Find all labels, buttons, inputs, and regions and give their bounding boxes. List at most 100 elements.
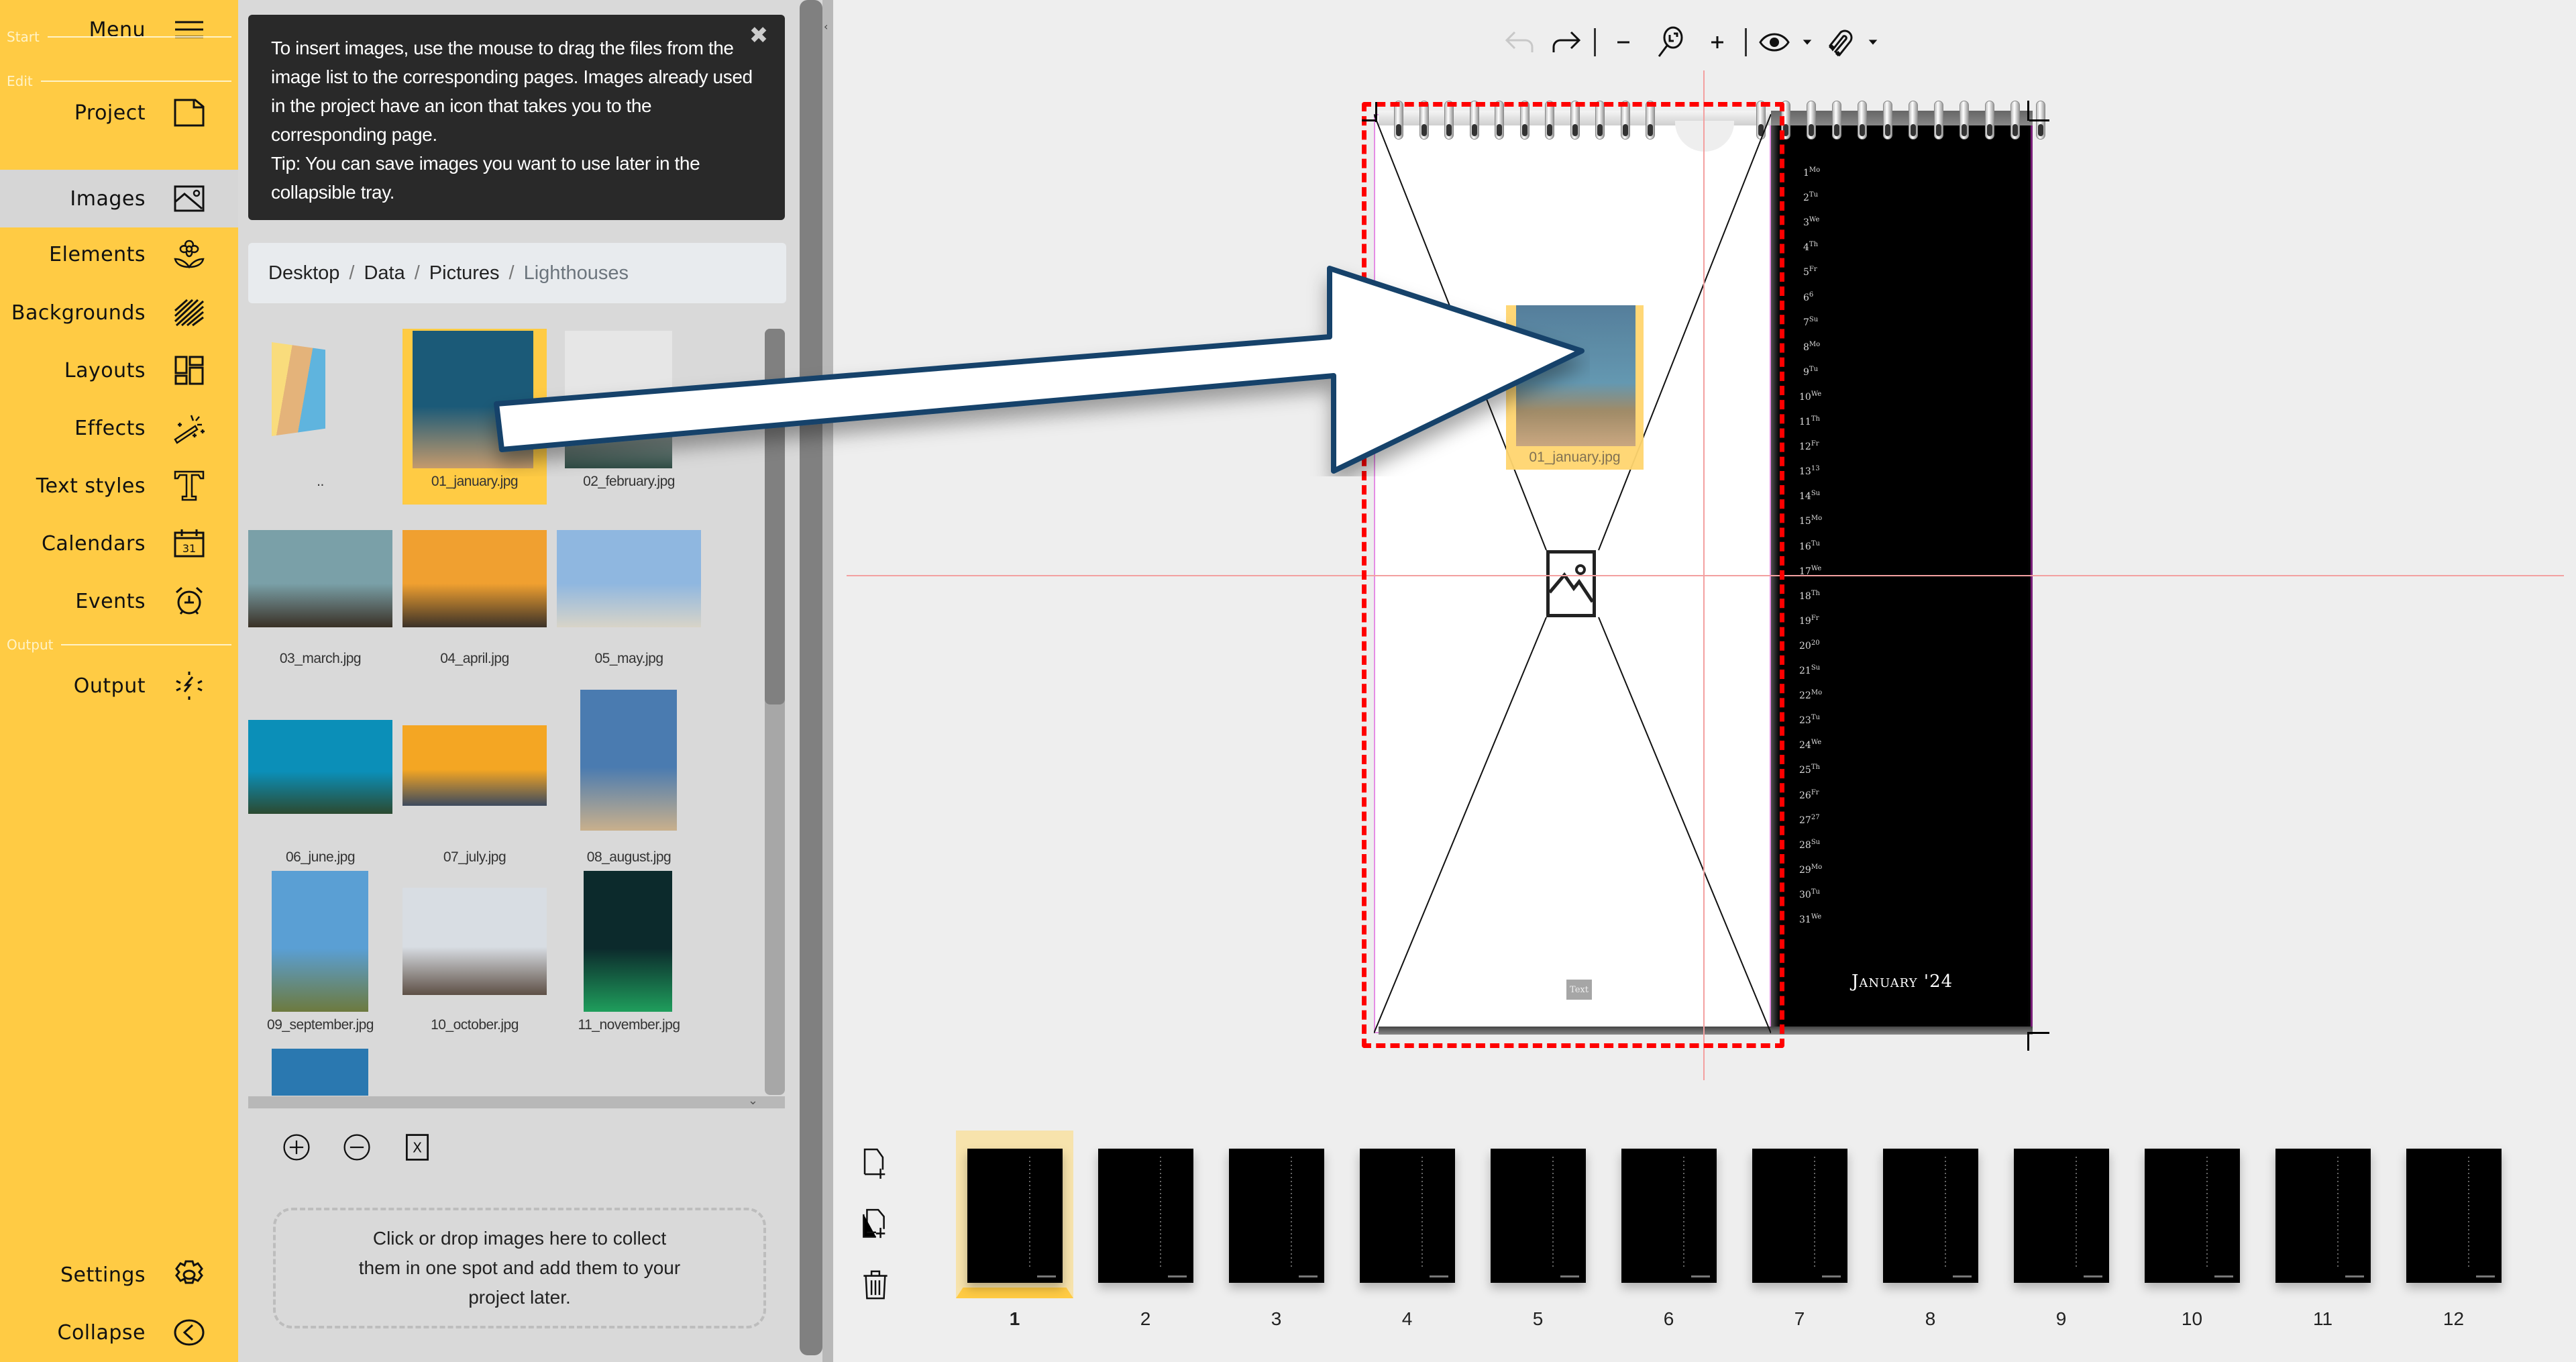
crop-mark: [2029, 1032, 2049, 1034]
page-number: 2: [1140, 1308, 1151, 1329]
image-item[interactable]: 03_march.jpg: [248, 530, 392, 711]
page-thumbnail[interactable]: 8: [1872, 1131, 1989, 1332]
page-thumbnail[interactable]: 9: [2002, 1131, 2120, 1332]
image-item[interactable]: 07_july.jpg: [402, 706, 547, 888]
breadcrumb-pictures[interactable]: Pictures: [429, 262, 500, 284]
close-icon[interactable]: ✖: [747, 24, 770, 47]
weekday-label: Th: [1811, 764, 1820, 771]
preview-dropdown[interactable]: [1798, 23, 1817, 61]
image-filename: 05_may.jpg: [594, 651, 663, 666]
sidebar: Menu Start Project Edit Images Elements: [0, 0, 238, 1362]
weekday-label: We: [1809, 216, 1820, 223]
page-thumbnail[interactable]: 4: [1348, 1131, 1466, 1332]
add-circle-button[interactable]: [280, 1131, 313, 1164]
page-thumbnail[interactable]: 6: [1610, 1131, 1727, 1332]
calendar-day: 10We: [1799, 390, 1821, 403]
drag-preview: 01_january.jpg: [1506, 305, 1644, 470]
sidebar-item-elements[interactable]: Elements: [0, 227, 238, 281]
calendar-day: 4Th: [1803, 241, 1818, 253]
breadcrumb-data[interactable]: Data: [364, 262, 405, 284]
page-thumbnail[interactable]: 1: [956, 1131, 1073, 1332]
sidebar-item-effects[interactable]: Effects: [0, 401, 238, 455]
scrollbar-thumb[interactable]: [765, 329, 785, 704]
snap-button[interactable]: [1817, 23, 1864, 61]
sidebar-item-layouts[interactable]: Layouts: [0, 344, 238, 397]
sidebar-item-events[interactable]: Events: [0, 574, 238, 628]
page-thumbnail[interactable]: 10: [2133, 1131, 2251, 1332]
zoom-in-button[interactable]: [1694, 23, 1741, 61]
image-item[interactable]: 06_june.jpg: [248, 706, 392, 888]
collapse-button[interactable]: Collapse: [0, 1306, 238, 1359]
preview-button[interactable]: [1751, 23, 1798, 61]
delete-page-button[interactable]: [852, 1255, 899, 1315]
calendar-day: 14Su: [1799, 490, 1820, 502]
page-thumbnail[interactable]: 5: [1479, 1131, 1597, 1332]
image-item[interactable]: 08_august.jpg: [557, 690, 701, 871]
sidebar-item-images[interactable]: Images: [0, 170, 238, 227]
calendar-icon: 31: [172, 527, 206, 560]
calendar-day: 2Tu: [1803, 191, 1818, 203]
chevron-left-circle-icon: [172, 1316, 206, 1349]
parent-folder-item[interactable]: ..: [248, 321, 392, 502]
add-page-button[interactable]: [852, 1134, 899, 1194]
image-item[interactable]: 12_december.jpg: [248, 1049, 392, 1096]
image-thumbnail: [413, 331, 533, 468]
undo-button[interactable]: [1496, 23, 1543, 61]
sidebar-item-backgrounds[interactable]: Backgrounds: [0, 286, 238, 339]
day-number: 23: [1799, 715, 1811, 726]
page-thumbnail[interactable]: 2: [1087, 1131, 1204, 1332]
page-thumbnail[interactable]: 12: [2395, 1131, 2512, 1332]
snap-dropdown[interactable]: [1864, 23, 1882, 61]
panel-scrollbar-thumb[interactable]: [800, 0, 822, 1355]
weekday-label: 6: [1809, 291, 1814, 299]
image-item[interactable]: 01_january.jpg: [402, 329, 547, 505]
page-thumbnail[interactable]: 3: [1218, 1131, 1335, 1332]
zoom-out-button[interactable]: [1600, 23, 1647, 61]
page-preview-dates: [1683, 1157, 1684, 1267]
breadcrumb-separator: /: [349, 262, 355, 284]
image-thumbnail: [248, 720, 392, 814]
image-item[interactable]: 02_february.jpg: [557, 321, 701, 502]
weekday-label: Fr: [1809, 266, 1817, 273]
sidebar-item-project[interactable]: Project: [0, 86, 238, 140]
zoom-fit-button[interactable]: [1647, 23, 1694, 61]
sidebar-item-calendars[interactable]: Calendars 31: [0, 517, 238, 570]
selection-frame[interactable]: [1362, 102, 1784, 1048]
breadcrumb-desktop[interactable]: Desktop: [268, 262, 339, 284]
preview-eye-icon: [1759, 33, 1790, 52]
panel-collapse-handle[interactable]: ‹: [822, 0, 833, 1362]
image-item[interactable]: 05_may.jpg: [557, 530, 701, 711]
delete-page-icon: [863, 1270, 888, 1300]
weekday-label: 27: [1811, 814, 1820, 821]
duplicate-page-button[interactable]: [852, 1194, 899, 1255]
settings-button[interactable]: Settings: [0, 1248, 238, 1302]
image-grid-scrollbar[interactable]: [765, 329, 785, 1095]
panel-scrollbar[interactable]: [798, 0, 822, 1362]
page-preview-month: [1560, 1275, 1579, 1277]
page-preview-dates: [1814, 1157, 1815, 1267]
image-item[interactable]: 10_october.jpg: [402, 871, 547, 1052]
page-preview-month: [1822, 1275, 1841, 1277]
sidebar-item-output[interactable]: Output: [0, 659, 238, 713]
image-item[interactable]: 09_september.jpg: [248, 871, 392, 1052]
spiral-ring: [1807, 101, 1816, 140]
redo-button[interactable]: [1543, 23, 1590, 61]
calendar-day: 2727: [1799, 814, 1820, 826]
day-number: 7: [1803, 317, 1809, 328]
chevron-down-icon[interactable]: ⌄: [748, 1094, 758, 1108]
weekday-label: Th: [1809, 241, 1819, 248]
day-number: 30: [1799, 890, 1811, 900]
image-item[interactable]: 04_april.jpg: [402, 530, 547, 711]
image-item[interactable]: 11_november.jpg: [557, 871, 701, 1052]
weekday-label: Su: [1811, 490, 1821, 497]
sidebar-item-text-styles[interactable]: Text styles: [0, 459, 238, 513]
calendar-day: 29Mo: [1799, 863, 1822, 876]
month-label[interactable]: January '24: [1851, 972, 1953, 992]
page-preview-month: [1953, 1275, 1972, 1277]
day-number: 24: [1799, 740, 1811, 751]
clear-tray-button[interactable]: X: [400, 1131, 434, 1164]
tray-dropzone[interactable]: Click or drop images here to collect the…: [273, 1208, 766, 1328]
page-thumbnail[interactable]: 11: [2264, 1131, 2381, 1332]
remove-circle-button[interactable]: [340, 1131, 374, 1164]
page-thumbnail[interactable]: 7: [1741, 1131, 1858, 1332]
